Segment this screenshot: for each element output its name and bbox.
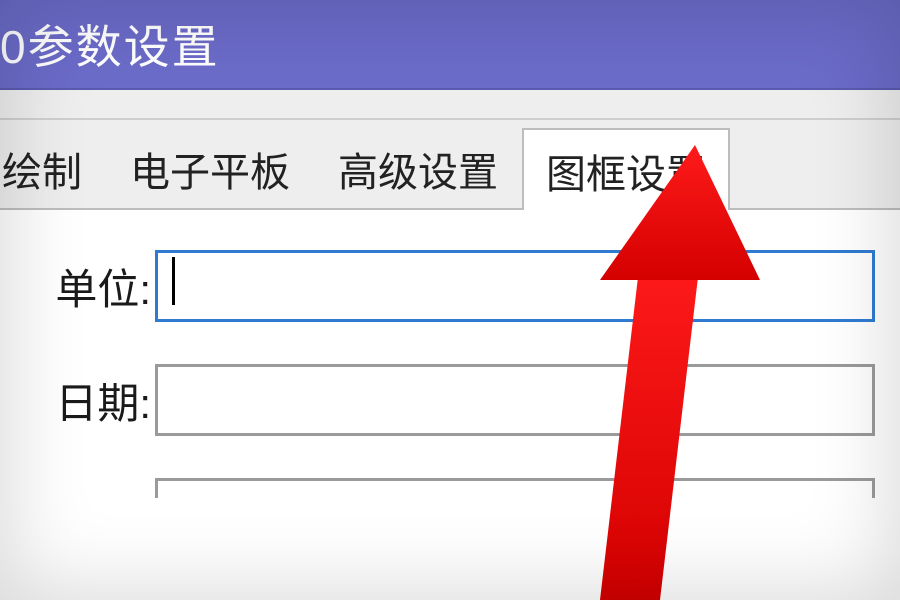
toolbar-spacer bbox=[0, 90, 900, 120]
tab-advanced[interactable]: 高级设置 bbox=[314, 126, 522, 208]
tab-tablet[interactable]: 电子平板 bbox=[106, 126, 314, 208]
row-unit: 单位: bbox=[0, 250, 900, 322]
input-unit[interactable] bbox=[155, 250, 875, 322]
tab-strip: 绘制 电子平板 高级设置 图框设置 bbox=[0, 120, 900, 210]
label-unit: 单位: bbox=[0, 256, 155, 317]
tab-content: 单位: 日期: bbox=[0, 210, 900, 600]
window-title: 0参数设置 bbox=[0, 11, 220, 77]
text-caret bbox=[172, 257, 175, 305]
row-date: 日期: bbox=[0, 364, 900, 436]
titlebar: 0参数设置 bbox=[0, 0, 900, 90]
tab-draw[interactable]: 绘制 bbox=[0, 126, 106, 208]
settings-dialog: 0参数设置 绘制 电子平板 高级设置 图框设置 单位: 日期: bbox=[0, 0, 900, 600]
input-extra[interactable] bbox=[155, 478, 875, 498]
label-date: 日期: bbox=[0, 370, 155, 431]
row-extra bbox=[0, 478, 900, 498]
tab-frame-settings[interactable]: 图框设置 bbox=[522, 128, 730, 210]
input-date[interactable] bbox=[155, 364, 875, 436]
